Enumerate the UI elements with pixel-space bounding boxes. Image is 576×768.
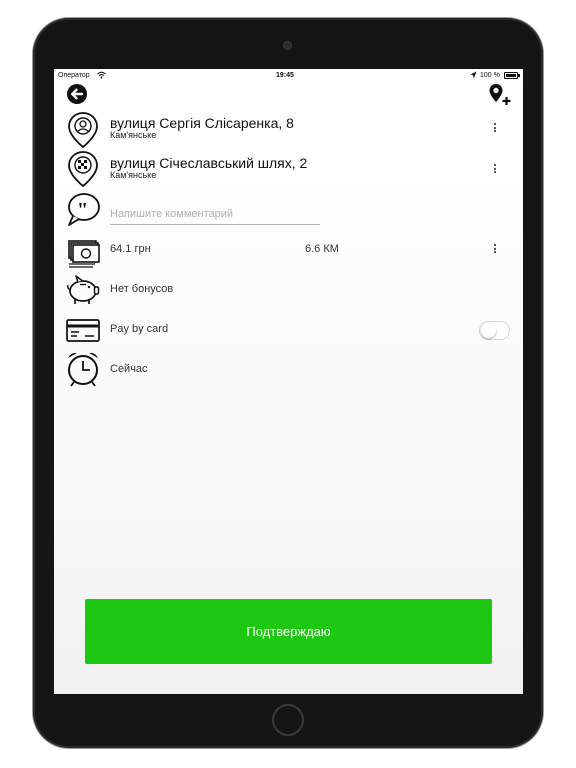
battery-icon — [504, 72, 520, 79]
quote-bubble-icon: " — [68, 193, 100, 226]
time-label: Сейчас — [110, 363, 148, 375]
svg-text:": " — [77, 199, 88, 221]
route-from-row[interactable]: вулиця Сергія Слісаренка, 8 Кам'янське — [54, 109, 523, 151]
to-city: Кам'янське — [110, 170, 157, 180]
status-bar: Оператор 19:45 100 % — [54, 69, 523, 83]
to-more-menu-icon[interactable] — [490, 164, 500, 178]
home-button[interactable] — [272, 704, 304, 736]
wifi-icon — [97, 71, 106, 79]
trip-distance: 6.6 КМ — [305, 243, 339, 255]
money-bills-icon — [68, 240, 100, 268]
status-time: 19:45 — [276, 72, 294, 79]
bonuses-label: Нет бонусов — [110, 283, 174, 295]
from-more-menu-icon[interactable] — [490, 123, 500, 137]
to-street: вулиця Січеславський шлях, 2 — [110, 155, 308, 171]
payment-label: Pay by card — [110, 323, 169, 335]
piggy-bank-icon — [67, 275, 100, 304]
credit-card-icon — [66, 319, 100, 342]
alarm-clock-icon — [68, 352, 98, 387]
pin-finish-flag-icon — [68, 151, 98, 188]
front-camera — [283, 41, 292, 50]
carrier-name: Оператор — [58, 72, 90, 79]
location-arrow-icon — [470, 71, 477, 79]
price-more-menu-icon[interactable] — [490, 244, 500, 258]
route-to-row[interactable]: вулиця Січеславський шлях, 2 Кам'янське — [54, 150, 523, 192]
confirm-button[interactable]: Подтверждаю — [85, 599, 492, 664]
back-arrow-circle-icon[interactable] — [66, 83, 88, 105]
pin-start-icon — [68, 112, 98, 149]
comment-input[interactable] — [110, 203, 320, 225]
app-screen: Оператор 19:45 100 % вулиця Сергія Сліса… — [54, 69, 523, 694]
pay-by-card-toggle[interactable] — [479, 321, 510, 340]
battery-percentage: 100 % — [480, 72, 500, 79]
add-location-pin-icon[interactable] — [488, 83, 512, 107]
price-amount: 64.1 грн — [110, 243, 151, 255]
from-city: Кам'янське — [110, 130, 157, 140]
from-street: вулиця Сергія Слісаренка, 8 — [110, 115, 294, 131]
